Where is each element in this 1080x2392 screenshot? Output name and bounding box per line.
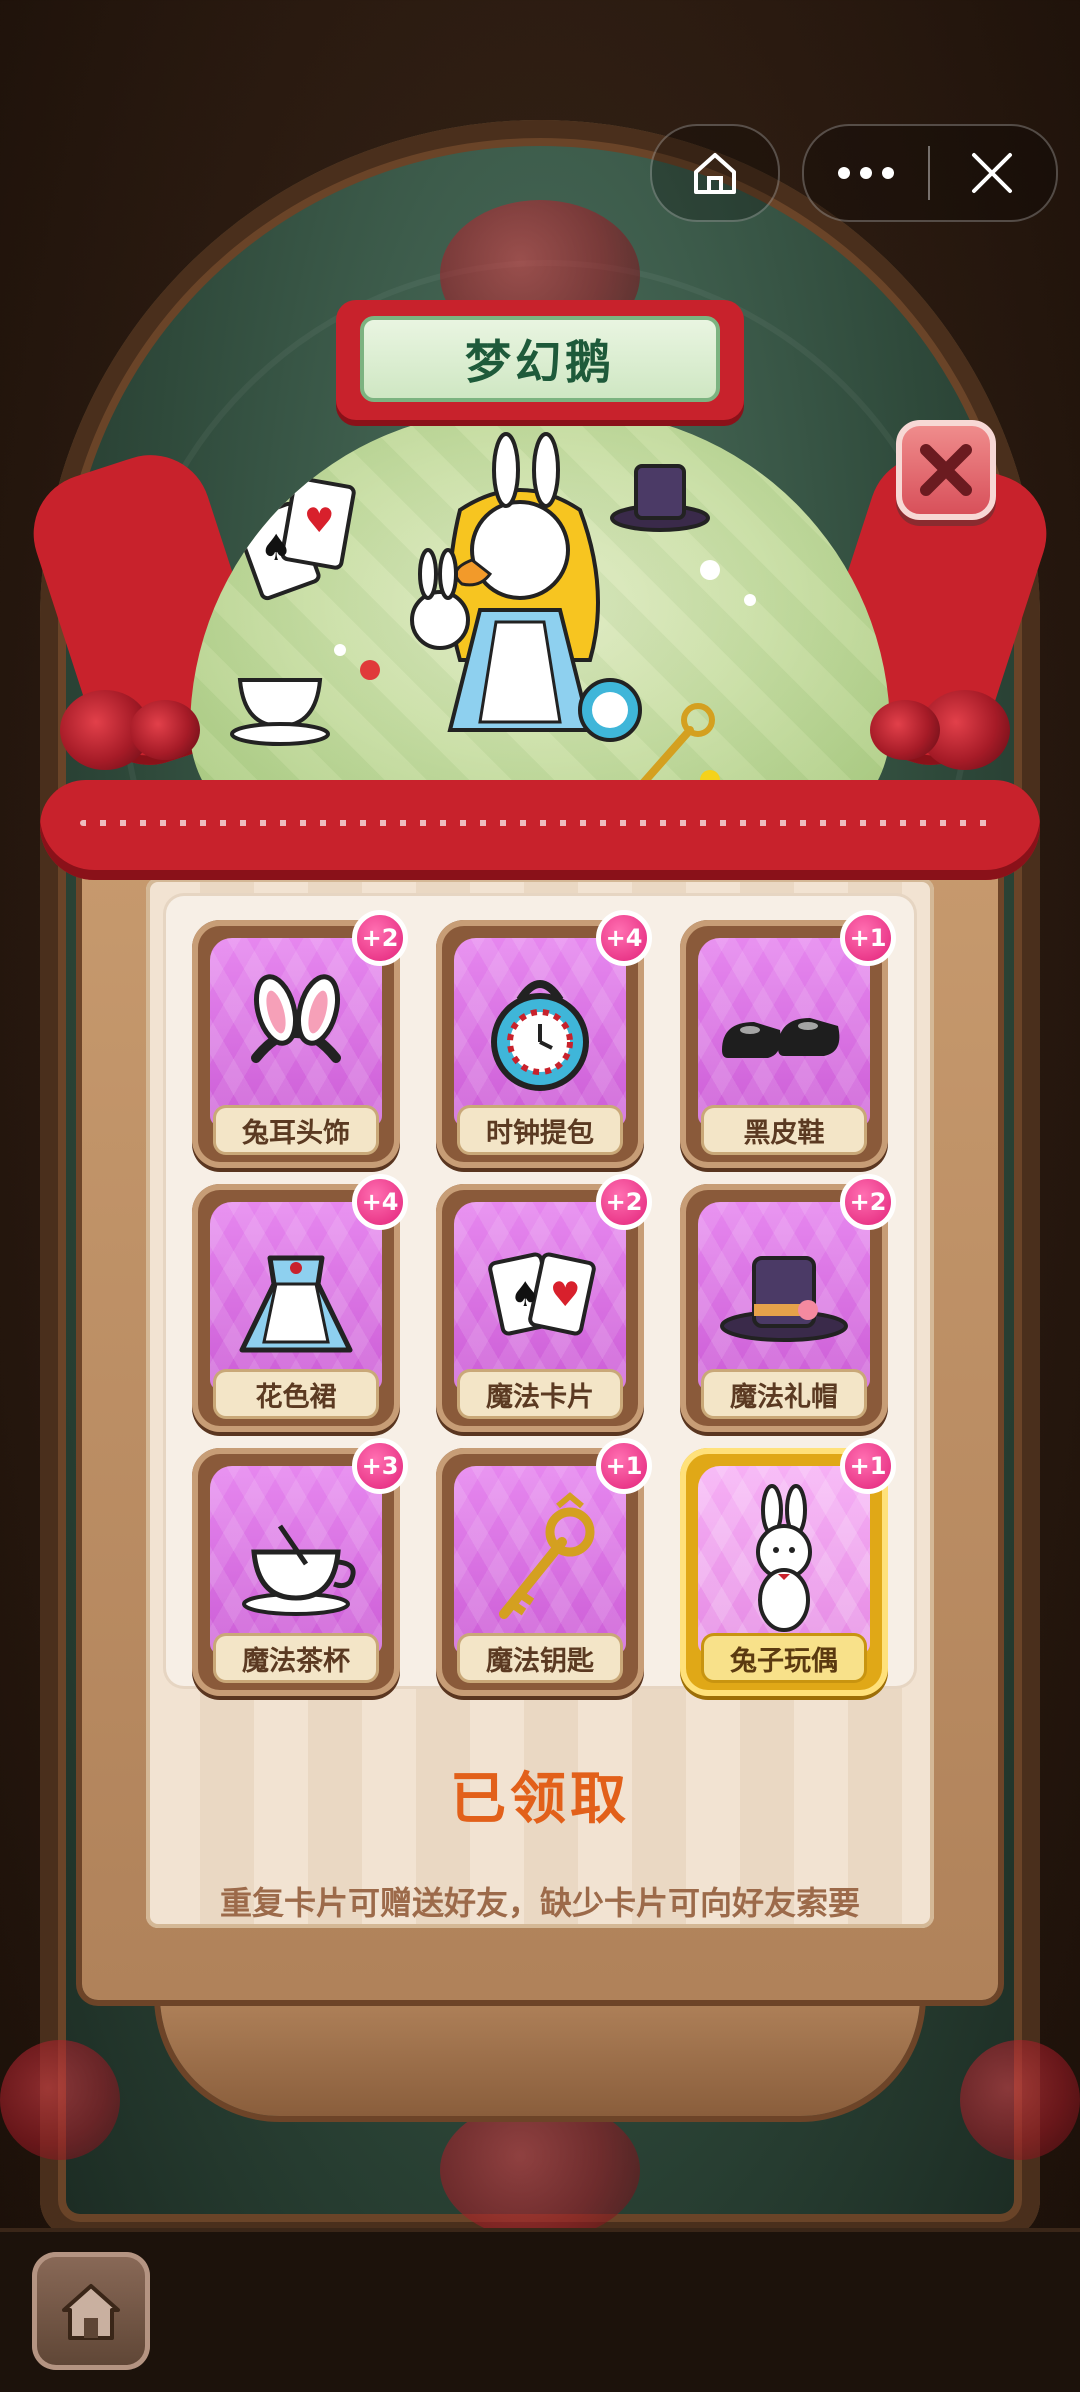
ribbon-rose — [870, 700, 940, 760]
count-badge: +4 — [352, 1174, 408, 1230]
title-banner: 梦幻鹅 — [336, 300, 744, 420]
capsule-menu — [802, 124, 1058, 222]
count-badge: +2 — [596, 1174, 652, 1230]
background-rose — [0, 2040, 120, 2160]
home-icon — [62, 2284, 120, 2340]
card-face — [698, 1202, 870, 1390]
count-badge: +2 — [840, 1174, 896, 1230]
more-icon — [838, 167, 894, 179]
card-label: 花色裙 — [216, 1372, 376, 1416]
card-teacup[interactable]: 魔法茶杯 +3 — [192, 1438, 408, 1696]
card-face — [454, 938, 626, 1126]
card-face — [698, 938, 870, 1126]
title-plate: 梦幻鹅 — [360, 316, 720, 402]
card-label: 魔法礼帽 — [704, 1372, 864, 1416]
panel-foot — [160, 1996, 920, 2116]
bunny-ears-icon — [251, 974, 341, 1063]
hint-text: 重复卡片可赠送好友，缺少卡片可向好友索要 — [219, 1884, 860, 1922]
close-icon — [972, 153, 1012, 193]
collection-panel: 兔耳头饰 +2 时钟提包 +4 黑皮鞋 +1 花色裙 +4 ♠ ♥ 魔法卡片 +… — [82, 820, 998, 2000]
close-icon — [920, 444, 972, 496]
count-badge: +1 — [840, 910, 896, 966]
card-face — [698, 1466, 870, 1654]
card-bunny-ears[interactable]: 兔耳头饰 +2 — [192, 910, 408, 1168]
home-icon — [652, 126, 778, 220]
card-playing-cards[interactable]: ♠ ♥ 魔法卡片 +2 — [436, 1174, 652, 1432]
close-mini-program-button[interactable] — [930, 126, 1054, 220]
goose-alice-illustration: ♠ ♥ — [230, 432, 756, 802]
dress-icon — [239, 1255, 353, 1353]
clock-bag-icon — [491, 980, 589, 1091]
bottom-bar — [0, 2228, 1080, 2392]
count-badge: +1 — [596, 1438, 652, 1494]
playing-cards-icon: ♠ ♥ — [488, 1252, 596, 1336]
claim-status: 已领取 — [450, 1767, 630, 1832]
card-label: 魔法茶杯 — [216, 1636, 376, 1680]
card-label: 时钟提包 — [460, 1108, 620, 1152]
card-label: 兔耳头饰 — [216, 1108, 376, 1152]
ribbon-dots — [80, 820, 1000, 826]
svg-text:♠: ♠ — [260, 528, 292, 569]
hero-bottom-ribbon — [40, 780, 1040, 880]
card-label: 魔法卡片 — [460, 1372, 620, 1416]
card-label: 兔子玩偶 — [704, 1636, 864, 1680]
card-clock-bag[interactable]: 时钟提包 +4 — [436, 910, 652, 1168]
teacup-icon — [242, 1524, 356, 1616]
count-badge: +4 — [596, 910, 652, 966]
svg-text:♠: ♠ — [510, 1275, 540, 1315]
card-face — [210, 1466, 382, 1654]
count-badge: +3 — [352, 1438, 408, 1494]
card-face — [210, 938, 382, 1126]
card-dress[interactable]: 花色裙 +4 — [192, 1174, 408, 1432]
page-title: 梦幻鹅 — [465, 335, 615, 389]
top-hat-icon — [720, 1256, 848, 1342]
card-black-shoes[interactable]: 黑皮鞋 +1 — [680, 910, 896, 1168]
card-face — [454, 1466, 626, 1654]
black-shoes-icon — [722, 1018, 840, 1058]
card-face: ♠ ♥ — [454, 1202, 626, 1390]
close-button[interactable] — [896, 420, 996, 520]
hero-scene: ♠ ♥ — [190, 410, 890, 840]
count-badge: +1 — [840, 1438, 896, 1494]
card-label: 魔法钥匙 — [460, 1636, 620, 1680]
card-label: 黑皮鞋 — [704, 1108, 864, 1152]
panel-inner: 兔耳头饰 +2 时钟提包 +4 黑皮鞋 +1 花色裙 +4 ♠ ♥ 魔法卡片 +… — [146, 878, 934, 1928]
game-home-button[interactable] — [32, 2252, 150, 2370]
svg-text:♥: ♥ — [550, 1275, 580, 1315]
svg-text:♥: ♥ — [304, 501, 334, 541]
count-badge: +2 — [352, 910, 408, 966]
ribbon-rose — [130, 700, 200, 760]
card-face — [210, 1202, 382, 1390]
more-button[interactable] — [804, 126, 928, 220]
bunny-doll-icon — [756, 1484, 812, 1632]
background-rose — [440, 2100, 640, 2240]
card-bunny-doll[interactable]: 兔子玩偶 +1 — [680, 1438, 896, 1696]
mini-home-button[interactable] — [650, 124, 780, 222]
card-key[interactable]: 魔法钥匙 +1 — [436, 1438, 652, 1696]
card-grid: 兔耳头饰 +2 时钟提包 +4 黑皮鞋 +1 花色裙 +4 ♠ ♥ 魔法卡片 +… — [166, 896, 914, 1696]
card-top-hat[interactable]: 魔法礼帽 +2 — [680, 1174, 896, 1432]
background-rose — [960, 2040, 1080, 2160]
key-icon — [499, 1492, 595, 1619]
